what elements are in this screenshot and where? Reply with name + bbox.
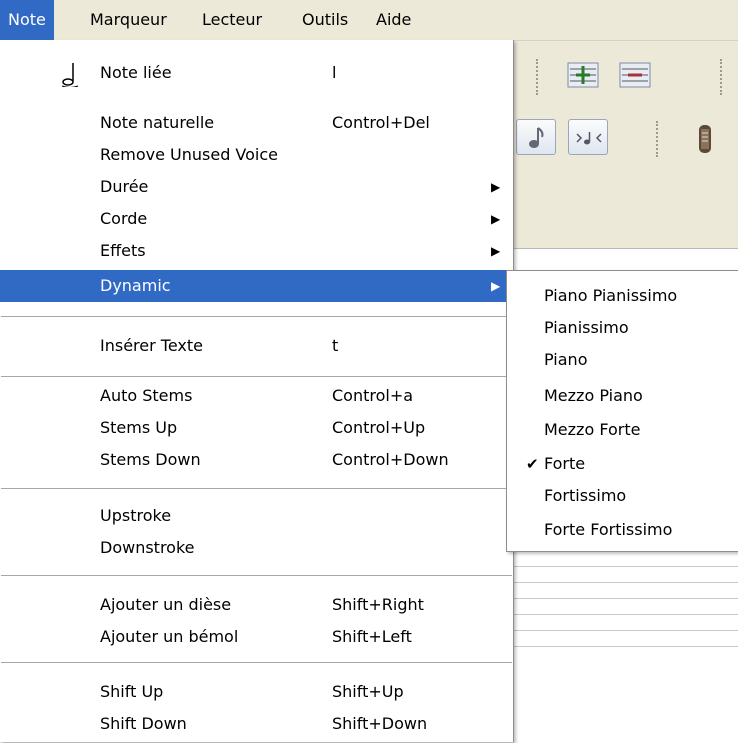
menu-item-label: Note liée [100,63,172,82]
toolbar-grip [536,59,540,95]
menu-item-shortcut: Control+Del [332,113,430,132]
note-menu: Note liée l Note naturelle Control+Del R… [0,40,514,742]
submenu-item-fortissimo[interactable]: Fortissimo [507,480,738,512]
toolbar-grip [656,121,660,157]
menu-item-shift-down[interactable]: Shift Down Shift+Down [0,708,513,740]
menu-item-label: Remove Unused Voice [100,145,279,164]
menu-item-ajouter-bemol[interactable]: Ajouter un bémol Shift+Left [0,621,513,653]
submenu-arrow-icon: ▶ [491,180,501,194]
submenu-arrow-icon: ▶ [491,212,501,226]
menu-item-duree[interactable]: Durée ▶ [0,171,513,203]
menu-item-shortcut: l [332,63,337,82]
submenu-item-forte[interactable]: ✔ Forte [507,448,738,480]
triplet-icon[interactable] [568,119,608,155]
submenu-item-forte-fortissimo[interactable]: Forte Fortissimo [507,514,738,546]
menu-item-shortcut: Shift+Right [332,595,424,614]
menu-item-label: Stems Down [100,450,201,469]
menu-item-label: Downstroke [100,538,195,557]
menu-item-shortcut: Control+Up [332,418,426,437]
tied-note-icon [56,61,82,98]
menu-item-remove-unused-voice[interactable]: Remove Unused Voice [0,139,513,171]
menu-item-label: Note naturelle [100,113,215,132]
note-duration-icon[interactable] [516,119,556,155]
submenu-item-mezzo-forte[interactable]: Mezzo Forte [507,414,738,446]
staff-line [514,646,738,647]
menu-item-stems-up[interactable]: Stems Up Control+Up [0,412,513,444]
toolbar-grip [720,59,724,95]
submenu-arrow-icon: ▶ [491,279,501,293]
submenu-item-piano-pianissimo[interactable]: Piano Pianissimo [507,280,738,312]
menu-marqueur[interactable]: Marqueur [82,0,175,40]
menu-item-note-liee[interactable]: Note liée l [0,57,513,89]
menu-item-label: Upstroke [100,506,172,525]
menu-item-label: Dynamic [100,276,171,295]
menu-item-corde[interactable]: Corde ▶ [0,203,513,235]
submenu-item-label: Pianissimo [544,318,629,337]
staff-line [514,582,738,583]
insert-measure-icon[interactable] [564,57,604,93]
staff-line [514,598,738,599]
menu-separator [1,316,512,317]
submenu-item-label: Forte [544,454,586,473]
menu-item-stems-down[interactable]: Stems Down Control+Down [0,444,513,476]
menu-separator [1,662,512,663]
menu-bar: Note Marqueur Lecteur Outils Aide [0,0,738,41]
menu-separator [1,376,512,377]
menu-item-ajouter-diese[interactable]: Ajouter un dièse Shift+Right [0,589,513,621]
toolbar-area [514,41,738,247]
menu-item-shortcut: t [332,336,339,355]
menu-item-label: Durée [100,177,149,196]
menu-item-inserer-texte[interactable]: Insérer Texte t [0,330,513,362]
menu-item-label: Auto Stems [100,386,193,405]
staff-line [514,566,738,567]
staff-line [514,614,738,615]
submenu-item-label: Fortissimo [544,486,627,505]
menu-item-shortcut: Shift+Down [332,714,428,733]
submenu-item-piano[interactable]: Piano [507,344,738,376]
menu-separator [1,488,512,489]
menu-item-dynamic[interactable]: Dynamic ▶ [0,270,513,302]
menu-item-shift-up[interactable]: Shift Up Shift+Up [0,676,513,708]
menu-separator [1,575,512,576]
menu-item-label: Effets [100,241,146,260]
menu-outils[interactable]: Outils [294,0,356,40]
remove-measure-icon[interactable] [616,57,656,93]
menu-item-label: Shift Down [100,714,187,733]
submenu-item-mezzo-piano[interactable]: Mezzo Piano [507,380,738,412]
menu-item-label: Insérer Texte [100,336,203,355]
menu-item-shortcut: Shift+Up [332,682,404,701]
guitar-icon[interactable] [690,123,720,159]
menu-item-label: Ajouter un dièse [100,595,232,614]
menu-item-shortcut: Control+a [332,386,414,405]
menu-item-label: Stems Up [100,418,178,437]
submenu-item-label: Piano Pianissimo [544,286,678,305]
submenu-item-pianissimo[interactable]: Pianissimo [507,312,738,344]
menu-item-auto-stems[interactable]: Auto Stems Control+a [0,380,513,412]
staff-line [514,630,738,631]
menu-item-note-naturelle[interactable]: Note naturelle Control+Del [0,107,513,139]
submenu-item-label: Piano [544,350,588,369]
dynamic-submenu: Piano Pianissimo Pianissimo Piano Mezzo … [506,270,738,552]
submenu-item-label: Mezzo Forte [544,420,641,439]
submenu-item-label: Forte Fortissimo [544,520,673,539]
menu-item-shortcut: Shift+Left [332,627,412,646]
menu-item-effets[interactable]: Effets ▶ [0,235,513,267]
submenu-arrow-icon: ▶ [491,244,501,258]
menu-note[interactable]: Note [0,0,54,40]
submenu-item-label: Mezzo Piano [544,386,643,405]
menu-item-label: Ajouter un bémol [100,627,239,646]
menu-lecteur[interactable]: Lecteur [194,0,270,40]
menu-item-label: Corde [100,209,148,228]
menu-item-upstroke[interactable]: Upstroke [0,500,513,532]
checkmark-icon: ✔ [526,455,539,473]
menu-item-downstroke[interactable]: Downstroke [0,532,513,564]
menu-item-shortcut: Control+Down [332,450,449,469]
menu-aide[interactable]: Aide [368,0,419,40]
menu-item-label: Shift Up [100,682,164,701]
